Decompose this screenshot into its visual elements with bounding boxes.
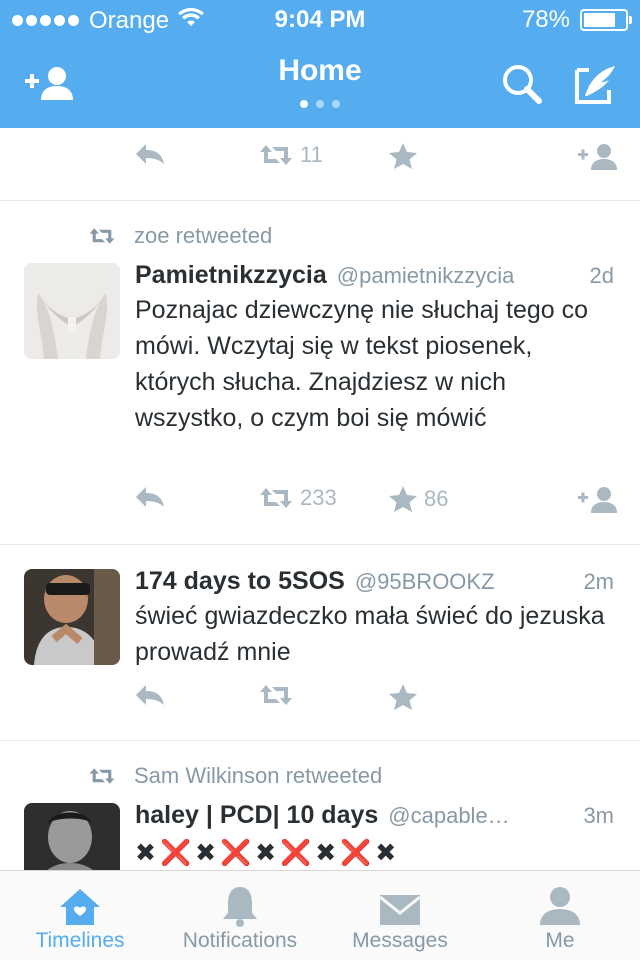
favorite-count: 86 xyxy=(424,486,449,511)
tweet-author-handle[interactable]: @95BROOKZ xyxy=(355,569,574,595)
status-bar: Orange 9:04 PM 78% xyxy=(0,0,640,40)
reply-icon xyxy=(136,685,164,705)
reply-button[interactable] xyxy=(134,142,166,166)
page-dot xyxy=(300,100,308,108)
avatar-image xyxy=(24,569,120,665)
search-icon xyxy=(503,65,542,104)
timeline-feed[interactable]: 11 zoe retweeted Pamietnikzzycia @pamiet… xyxy=(0,128,640,870)
avatar-image xyxy=(24,803,120,870)
star-icon xyxy=(389,684,417,710)
page-dot xyxy=(316,100,324,108)
retweet-context: zoe retweeted xyxy=(88,223,272,249)
tweet-author-handle[interactable]: @pamietnikzzycia xyxy=(337,263,580,289)
compose-button[interactable] xyxy=(568,58,624,110)
tweet-text: ✖❌✖❌✖❌✖❌✖ xyxy=(135,839,401,867)
retweet-button[interactable] xyxy=(258,683,294,707)
tweet-author-handle[interactable]: @capable… xyxy=(388,803,573,829)
tweet-text: Poznajac dziewczynę nie słuchaj tego co … xyxy=(135,296,589,432)
tweet-author-name[interactable]: Pamietnikzzycia xyxy=(135,261,327,290)
home-icon xyxy=(60,889,100,925)
retweet-button[interactable]: 233 xyxy=(258,485,337,511)
tweet-timestamp: 3m xyxy=(583,803,614,828)
add-user-icon xyxy=(578,144,617,170)
tweet-item[interactable]: 11 xyxy=(0,128,640,201)
favorite-button[interactable] xyxy=(388,142,418,170)
tab-label: Notifications xyxy=(182,929,298,952)
search-button[interactable] xyxy=(494,58,550,110)
star-icon xyxy=(389,143,417,169)
tweet-actions: 11 xyxy=(132,142,620,178)
follow-button[interactable] xyxy=(576,485,620,515)
compose-icon xyxy=(575,66,615,104)
retweet-icon xyxy=(89,228,115,244)
tab-notifications[interactable]: Notifications xyxy=(160,871,320,960)
tweet-author-name[interactable]: haley | PCD| 10 days xyxy=(135,801,378,830)
favorite-button[interactable] xyxy=(388,683,418,711)
tab-messages[interactable]: Messages xyxy=(320,871,480,960)
tweet-item[interactable]: 174 days to 5SOS @95BROOKZ 2m świeć gwia… xyxy=(0,545,640,741)
retweeted-by-label: zoe retweeted xyxy=(134,223,273,248)
retweet-button[interactable]: 11 xyxy=(258,142,323,168)
tweet-actions xyxy=(132,683,620,719)
reply-button[interactable] xyxy=(134,683,166,707)
nav-header: Orange 9:04 PM 78% Home xyxy=(0,0,640,128)
retweeted-by-label: Sam Wilkinson retweeted xyxy=(134,763,383,788)
battery-percent: 78% xyxy=(521,6,570,33)
follow-button[interactable] xyxy=(576,142,620,172)
avatar[interactable] xyxy=(24,803,120,870)
retweet-count: 233 xyxy=(300,485,337,510)
envelope-icon xyxy=(379,895,421,925)
reply-icon xyxy=(136,144,164,164)
tweet-timestamp: 2m xyxy=(583,569,614,594)
avatar[interactable] xyxy=(24,569,120,665)
retweet-count: 11 xyxy=(300,142,323,167)
retweet-icon xyxy=(260,685,292,705)
tweet-item[interactable]: zoe retweeted Pamietnikzzycia @pamietnik… xyxy=(0,201,640,545)
tab-label: Me xyxy=(545,929,575,952)
retweet-icon xyxy=(260,488,292,508)
retweet-context: Sam Wilkinson retweeted xyxy=(88,763,382,789)
star-icon xyxy=(389,486,417,512)
add-user-icon xyxy=(578,487,617,513)
battery-icon xyxy=(580,9,632,31)
page-dot xyxy=(332,100,340,108)
reply-button[interactable] xyxy=(134,485,166,509)
avatar-image xyxy=(24,263,120,359)
bell-icon xyxy=(223,887,257,927)
reply-icon xyxy=(136,487,164,507)
tab-me[interactable]: Me xyxy=(480,871,640,960)
tweet-text: świeć gwiazdeczko mała świeć do jezuska … xyxy=(135,602,605,666)
tweet-author-name[interactable]: 174 days to 5SOS xyxy=(135,567,345,596)
retweet-icon xyxy=(260,145,292,165)
tweet-actions: 233 86 xyxy=(132,485,620,521)
tab-timelines[interactable]: Timelines xyxy=(0,871,160,960)
favorite-button[interactable]: 86 xyxy=(388,485,448,513)
tab-label: Messages xyxy=(352,929,448,952)
tab-label: Timelines xyxy=(35,929,125,952)
tweet-timestamp: 2d xyxy=(589,263,614,288)
avatar[interactable] xyxy=(24,263,120,359)
retweet-icon xyxy=(89,768,115,784)
tweet-item[interactable]: Sam Wilkinson retweeted haley | PCD| 10 … xyxy=(0,741,640,870)
tab-bar: Timelines Notifications Messages Me xyxy=(0,870,640,960)
person-icon xyxy=(540,887,580,925)
